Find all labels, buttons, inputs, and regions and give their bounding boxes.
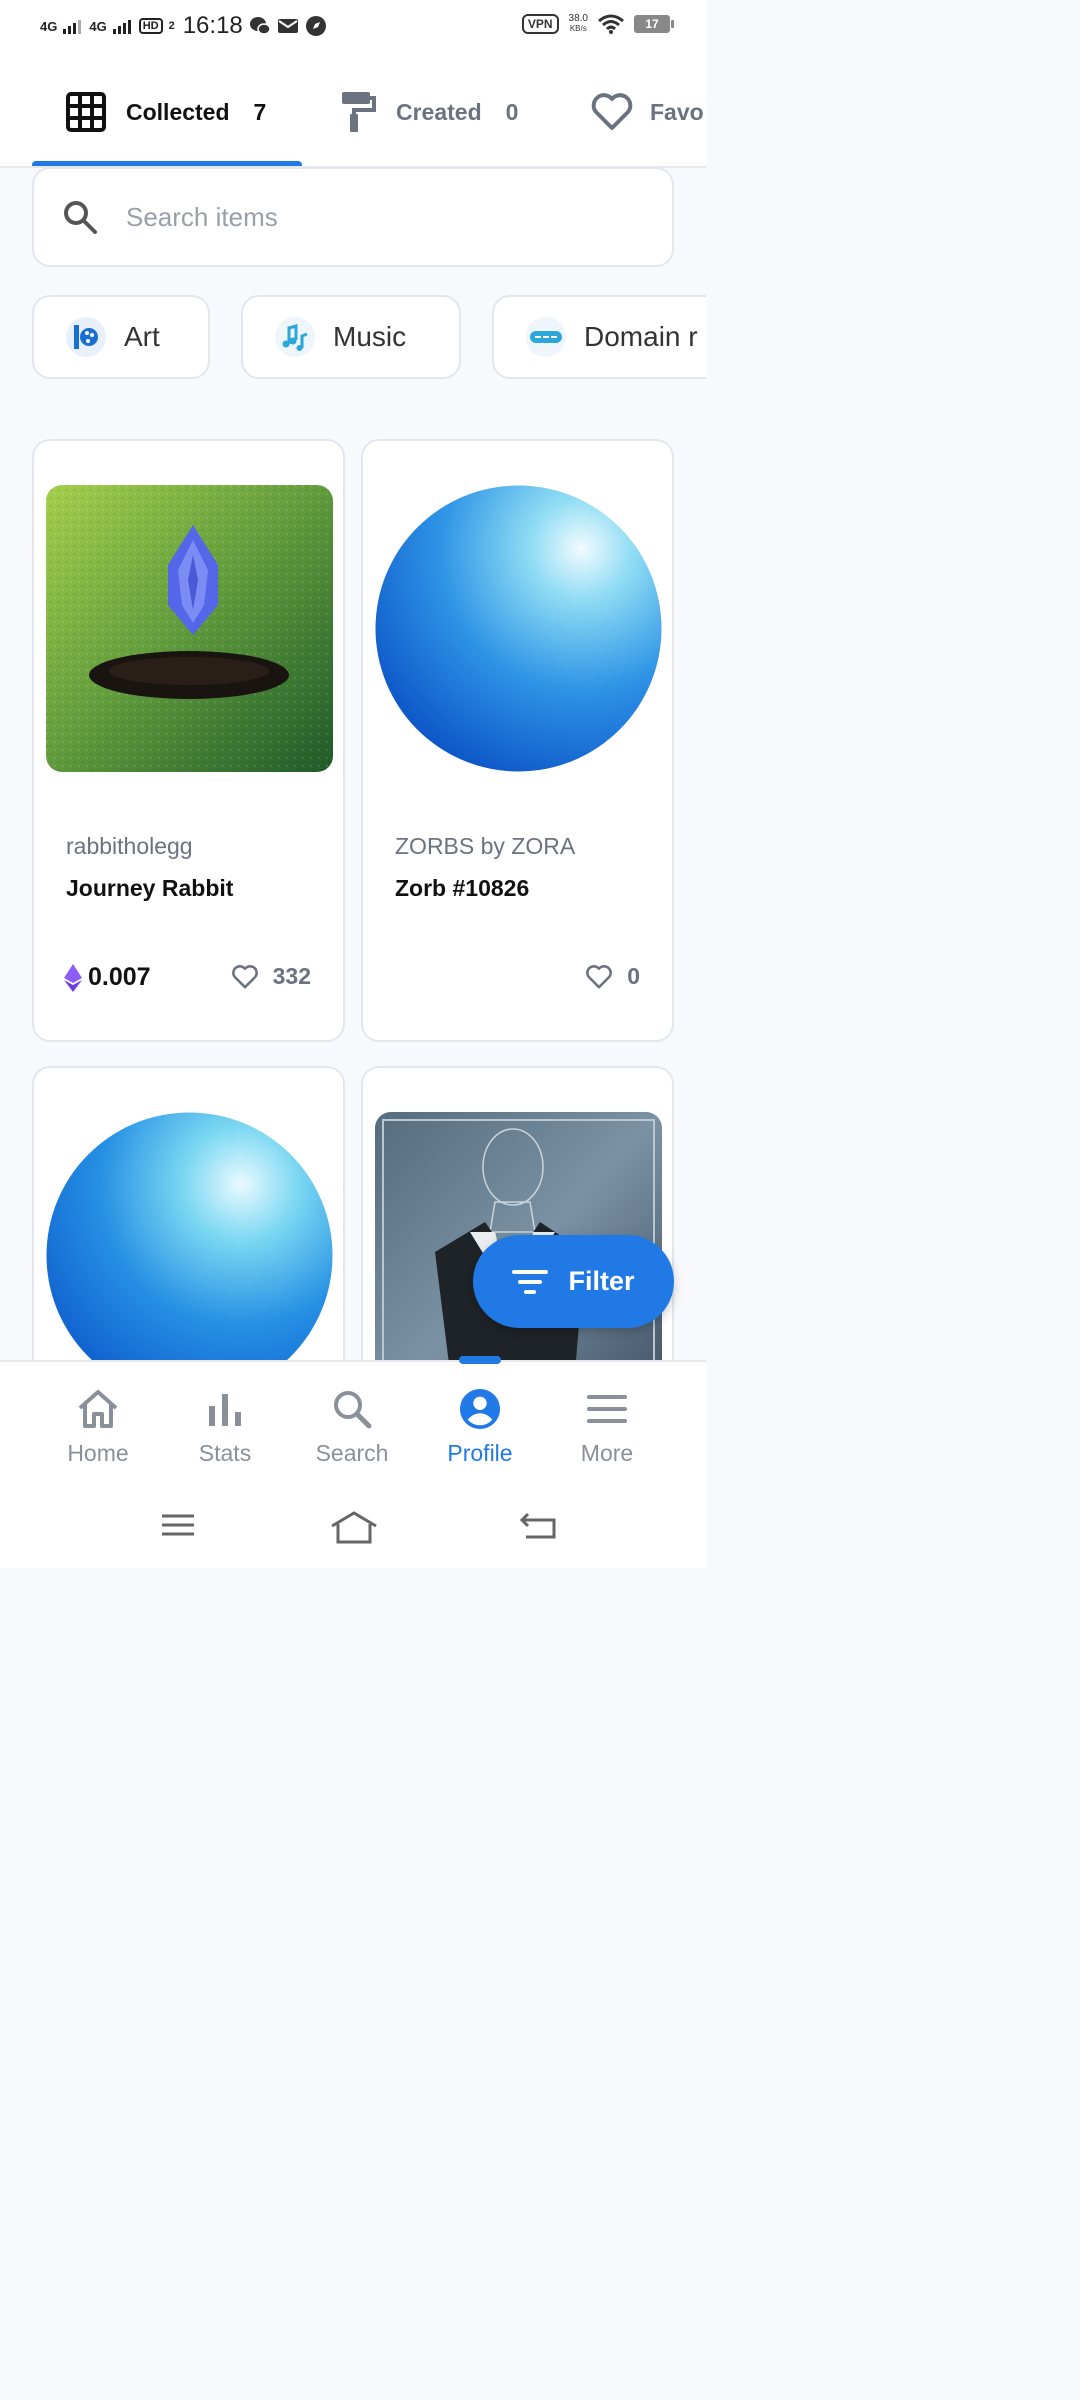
item-name: Journey Rabbit: [66, 875, 234, 901]
likes-value: 0: [627, 963, 640, 989]
status-left: 4G 4G HD 2 16:18: [40, 12, 327, 40]
vpn-badge: VPN: [521, 14, 559, 34]
filter-button[interactable]: Filter: [473, 1235, 674, 1328]
art-icon: [66, 317, 106, 357]
compass-icon: [305, 16, 326, 36]
category-chips: Art Music Domain r: [32, 295, 706, 381]
nav-more-label: More: [580, 1440, 634, 1466]
tab-collected-label: Collected: [126, 98, 230, 125]
paint-roller-icon: [342, 92, 376, 132]
nft-card[interactable]: ZORBS by ZORA Zorb #10826 0: [361, 439, 674, 1042]
search-input[interactable]: [126, 201, 626, 233]
collection-name: ZORBS by ZORA: [395, 833, 576, 859]
signal-bars-icon: [112, 20, 131, 34]
nft-image-journey-rabbit: [46, 485, 333, 772]
heart-icon: [586, 964, 613, 988]
back-icon[interactable]: [520, 1510, 558, 1540]
active-nav-indicator: [459, 1356, 501, 1364]
bar-chart-icon: [209, 1394, 241, 1426]
like-count[interactable]: 332: [231, 963, 311, 990]
tab-favorites-label: Favo: [650, 98, 704, 125]
tab-created-count: 0: [505, 98, 519, 125]
search-icon: [64, 201, 97, 234]
tab-collected-count: 7: [253, 98, 267, 125]
music-icon: [275, 317, 315, 357]
home-icon: [78, 1390, 118, 1428]
chip-domain-label: Domain r: [584, 321, 698, 352]
heart-icon: [591, 93, 633, 130]
chip-domain[interactable]: Domain r: [492, 295, 706, 379]
likes-value: 332: [272, 963, 311, 989]
bottom-navigation: Home Stats Search Profile More: [0, 1356, 706, 1490]
signal-2-label: 4G: [89, 18, 107, 34]
menu-icon: [587, 1395, 627, 1423]
mail-icon: [277, 19, 298, 33]
nft-card[interactable]: [32, 1066, 345, 1406]
ethereum-icon: [64, 963, 82, 992]
grid-icon: [66, 92, 106, 132]
tab-favorites[interactable]: Favo: [590, 58, 704, 166]
system-navigation-bar: [0, 1490, 706, 1568]
tab-created[interactable]: Created 0: [340, 58, 518, 166]
search-items-box[interactable]: [32, 167, 674, 267]
system-home-icon[interactable]: [330, 1510, 378, 1544]
nav-home[interactable]: Home: [38, 1388, 158, 1467]
hd-sub: 2: [168, 20, 175, 32]
network-speed: 38.0 KB/s: [568, 13, 588, 34]
price-value: 0.007: [88, 963, 151, 991]
nav-stats-label: Stats: [198, 1440, 252, 1466]
chip-art-label: Art: [124, 321, 160, 352]
heart-icon: [231, 964, 258, 988]
battery-indicator: 17: [634, 15, 674, 33]
filter-icon: [512, 1269, 549, 1294]
price: 0.007: [64, 963, 151, 992]
chip-music[interactable]: Music: [241, 295, 461, 379]
domain-icon: [526, 317, 566, 357]
collection-name: rabbitholegg: [66, 833, 193, 859]
filter-label: Filter: [568, 1266, 635, 1296]
nft-image-zorb: [375, 485, 662, 772]
nav-search[interactable]: Search: [292, 1388, 412, 1467]
signal-1-label: 4G: [40, 18, 58, 34]
nav-more[interactable]: More: [547, 1388, 667, 1467]
signal-bars-icon: [63, 20, 82, 34]
profile-icon: [459, 1388, 501, 1430]
nav-search-label: Search: [315, 1440, 389, 1466]
tab-collected[interactable]: Collected 7: [66, 58, 266, 166]
hd-badge: HD: [138, 18, 163, 34]
status-right: VPN 38.0 KB/s 17: [521, 13, 674, 34]
like-count[interactable]: 0: [585, 963, 640, 990]
nav-home-label: Home: [67, 1440, 129, 1466]
profile-tabs: Collected 7 Created 0 Favo: [0, 58, 706, 168]
wechat-icon: [249, 17, 271, 35]
tab-created-label: Created: [396, 98, 482, 125]
item-name: Zorb #10826: [395, 875, 530, 901]
search-icon: [334, 1391, 372, 1429]
chip-art[interactable]: Art: [32, 295, 210, 379]
clock: 16:18: [182, 12, 243, 39]
nav-stats[interactable]: Stats: [165, 1388, 285, 1467]
status-bar: 4G 4G HD 2 16:18 VPN 38.0 KB/s 17: [0, 0, 706, 58]
nft-card[interactable]: rabbitholegg Journey Rabbit 0.007 332: [32, 439, 345, 1042]
nav-profile[interactable]: Profile: [420, 1388, 540, 1467]
wifi-icon: [598, 14, 624, 34]
nav-profile-label: Profile: [447, 1440, 513, 1466]
chip-music-label: Music: [333, 321, 407, 352]
recent-apps-icon[interactable]: [160, 1510, 196, 1540]
